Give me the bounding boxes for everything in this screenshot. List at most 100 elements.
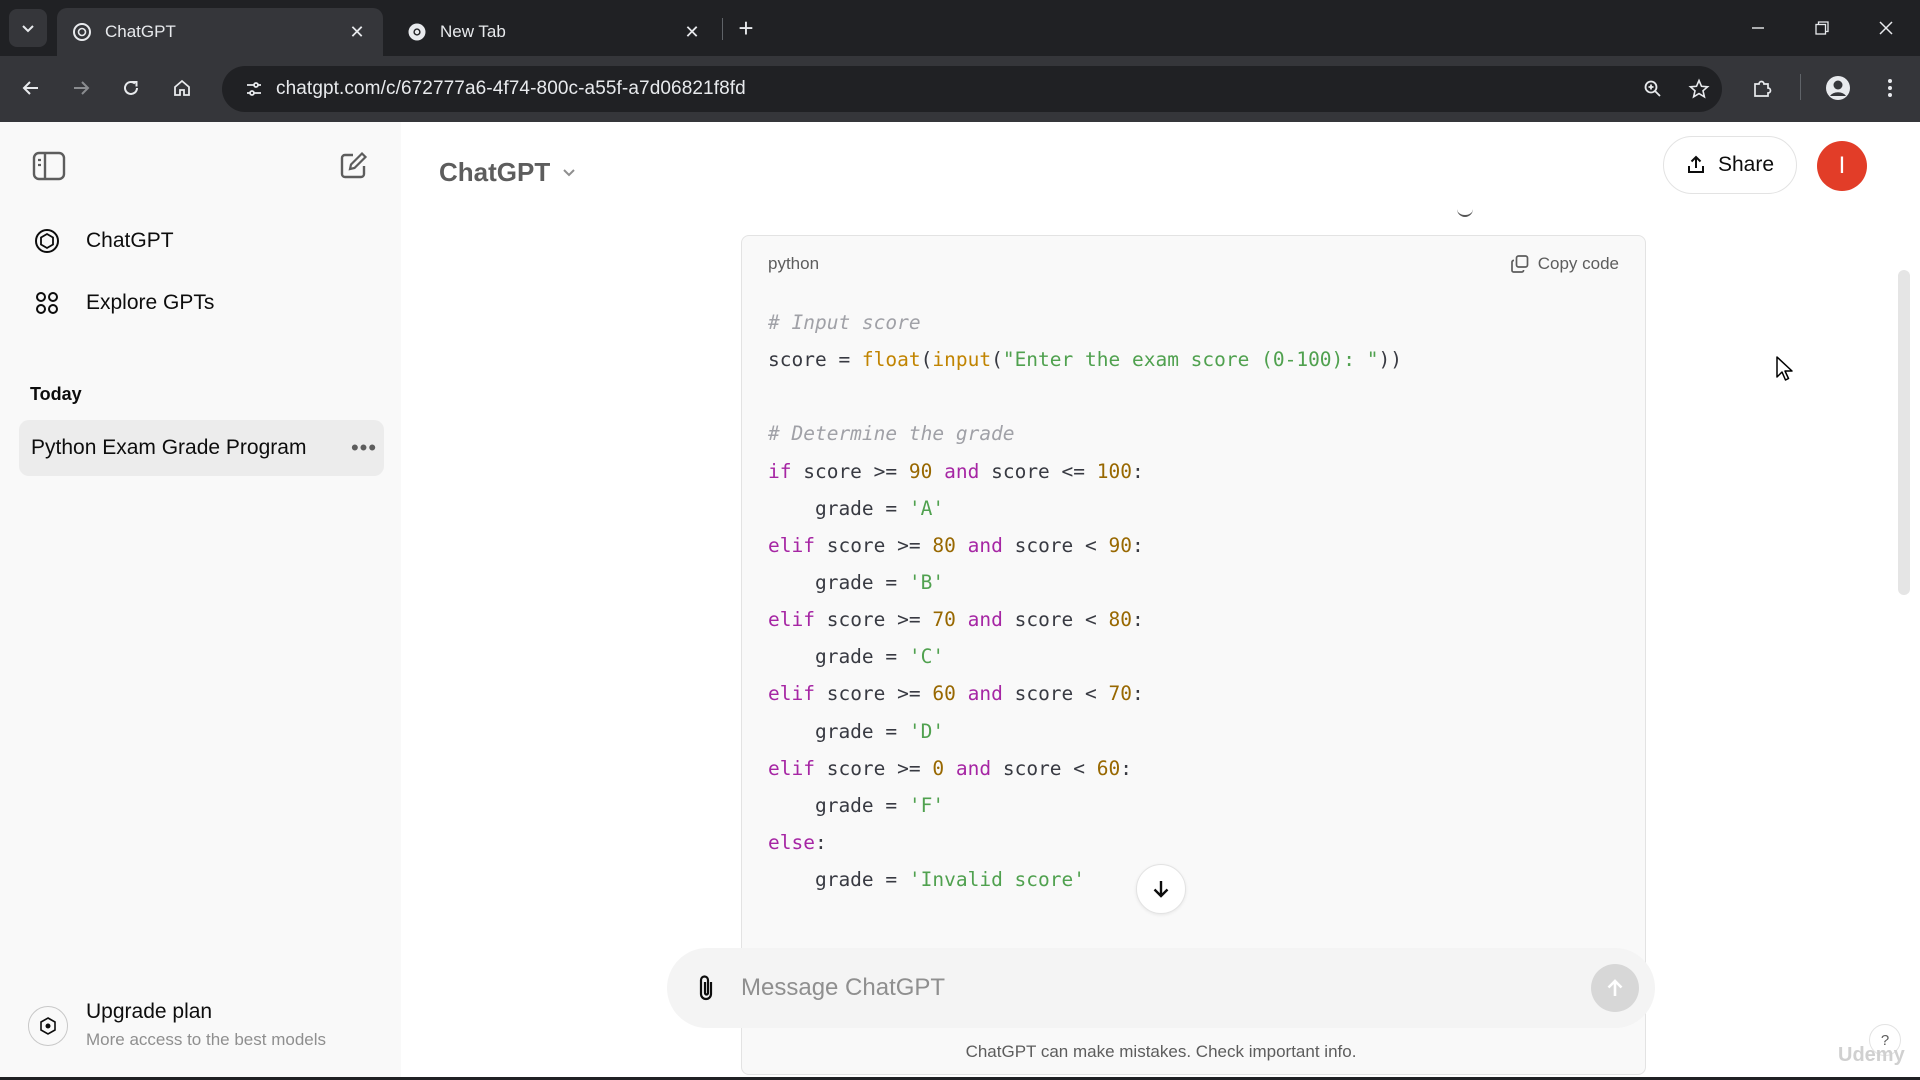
- reload-icon: [124, 80, 138, 95]
- code-token: :: [1120, 756, 1133, 780]
- code-token: score >=: [791, 459, 909, 483]
- code-token: 70: [1108, 682, 1132, 706]
- tab-divider: [722, 18, 723, 40]
- close-icon: [1879, 21, 1893, 35]
- openai-logo-icon: [71, 21, 93, 43]
- close-window-button[interactable]: [1854, 0, 1918, 56]
- profile-icon: [1826, 76, 1850, 100]
- avatar[interactable]: I: [1817, 141, 1867, 191]
- zoom-icon[interactable]: [1630, 79, 1676, 99]
- code-token: score >=: [814, 608, 933, 632]
- attach-file-button[interactable]: [687, 968, 727, 1008]
- tab-new-tab[interactable]: New Tab ✕: [392, 8, 718, 56]
- copy-code-button[interactable]: Copy code: [1510, 254, 1619, 274]
- back-button[interactable]: [13, 70, 49, 106]
- sidebar-item-chatgpt[interactable]: ChatGPT: [22, 216, 382, 266]
- code-token: # Input score: [768, 311, 921, 334]
- code-token: 60: [1096, 756, 1121, 780]
- close-tab-icon[interactable]: ✕: [680, 20, 704, 44]
- minimize-button[interactable]: [1726, 0, 1790, 56]
- code-line: grade = 'A': [768, 490, 1619, 527]
- new-tab-button[interactable]: +: [728, 10, 764, 46]
- home-button[interactable]: [164, 70, 200, 106]
- previous-text-fragment: [1457, 207, 1473, 217]
- code-token: :: [814, 830, 827, 854]
- code-line: grade = 'D': [768, 713, 1619, 750]
- code-token: 80: [932, 533, 956, 557]
- tab-search-button[interactable]: [9, 9, 47, 47]
- new-chat-button[interactable]: [333, 146, 373, 186]
- upgrade-subtitle: More access to the best models: [86, 1030, 327, 1049]
- code-token: :: [1132, 682, 1144, 706]
- watermark: Udemy: [1838, 1044, 1905, 1066]
- profile-button[interactable]: [1820, 70, 1856, 106]
- arrow-down-icon: [1153, 881, 1169, 898]
- close-tab-icon[interactable]: ✕: [345, 20, 369, 44]
- upgrade-title: Upgrade plan: [86, 1000, 213, 1023]
- code-line: elif score >= 0 and score < 60:: [768, 750, 1619, 787]
- code-line: # Determine the grade: [768, 415, 1619, 452]
- code-token: and: [967, 608, 1003, 632]
- bookmark-star-icon[interactable]: [1676, 78, 1722, 100]
- sidebar-item-label: ChatGPT: [86, 229, 174, 252]
- reload-button[interactable]: [113, 70, 149, 106]
- toggle-sidebar-button[interactable]: [29, 146, 69, 186]
- code-token: grade =: [768, 645, 909, 669]
- main-chat-area: ChatGPT Share I python Copy code # Input…: [401, 122, 1920, 1080]
- code-body: # Input score score = float(input("Enter …: [742, 292, 1645, 898]
- code-line: # Input score: [768, 304, 1619, 341]
- code-token: 80: [1108, 608, 1132, 632]
- upgrade-plan-button[interactable]: Upgrade plan More access to the best mod…: [28, 994, 388, 1064]
- site-settings-icon[interactable]: [232, 79, 276, 99]
- code-token: score <: [1002, 608, 1109, 632]
- tab-chatgpt[interactable]: ChatGPT ✕: [57, 8, 383, 56]
- code-token: :: [1132, 533, 1144, 557]
- share-button[interactable]: Share: [1663, 136, 1797, 194]
- code-token: else: [768, 830, 815, 854]
- code-token: "Enter the exam score (0-100): ": [1002, 348, 1379, 372]
- code-token: )): [1378, 348, 1402, 372]
- code-token: score =: [768, 348, 862, 372]
- disclaimer-text: ChatGPT can make mistakes. Check importa…: [965, 1042, 1357, 1061]
- copy-icon: [1510, 254, 1530, 274]
- code-token: 90: [908, 459, 933, 483]
- openai-logo-icon: [32, 226, 62, 256]
- code-line: if score >= 90 and score <= 100:: [768, 453, 1619, 490]
- code-line: grade = 'B': [768, 564, 1619, 601]
- more-options-icon[interactable]: •••: [344, 428, 384, 468]
- code-token: score <=: [979, 459, 1097, 483]
- scroll-to-bottom-button[interactable]: [1136, 864, 1186, 914]
- sidebar-item-explore-gpts[interactable]: Explore GPTs: [22, 278, 382, 328]
- url-text: chatgpt.com/c/672777a6-4f74-800c-a55f-a7…: [276, 78, 746, 99]
- code-token: if: [768, 459, 792, 483]
- send-button[interactable]: [1591, 964, 1639, 1012]
- tab-title: New Tab: [440, 22, 506, 41]
- code-token: 'D': [908, 719, 945, 743]
- minimize-icon: [1752, 27, 1764, 29]
- code-token: (: [920, 348, 933, 372]
- scrollbar-thumb[interactable]: [1898, 270, 1910, 595]
- extensions-button[interactable]: [1744, 70, 1780, 106]
- restore-button[interactable]: [1790, 0, 1854, 56]
- browser-toolbar: chatgpt.com/c/672777a6-4f74-800c-a55f-a7…: [0, 56, 1920, 122]
- chat-history-item[interactable]: Python Exam Grade Program •••: [19, 420, 384, 476]
- back-icon: [22, 81, 38, 95]
- sidebar-section-today: Today: [30, 384, 82, 404]
- code-language: python: [768, 254, 820, 273]
- code-line: elif score >= 80 and score < 90:: [768, 527, 1619, 564]
- address-bar[interactable]: chatgpt.com/c/672777a6-4f74-800c-a55f-a7…: [222, 66, 1722, 112]
- code-line: elif score >= 70 and score < 80:: [768, 601, 1619, 638]
- code-token: and: [967, 533, 1003, 557]
- model-selector[interactable]: ChatGPT: [439, 150, 578, 194]
- browser-menu-button[interactable]: [1872, 70, 1908, 106]
- chevron-down-icon: [560, 163, 578, 181]
- message-input[interactable]: [741, 974, 1591, 1002]
- code-token: score >=: [814, 682, 933, 706]
- code-token: elif: [768, 682, 815, 706]
- forward-button[interactable]: [63, 70, 99, 106]
- code-token: and: [967, 682, 1003, 706]
- code-token: elif: [768, 608, 815, 632]
